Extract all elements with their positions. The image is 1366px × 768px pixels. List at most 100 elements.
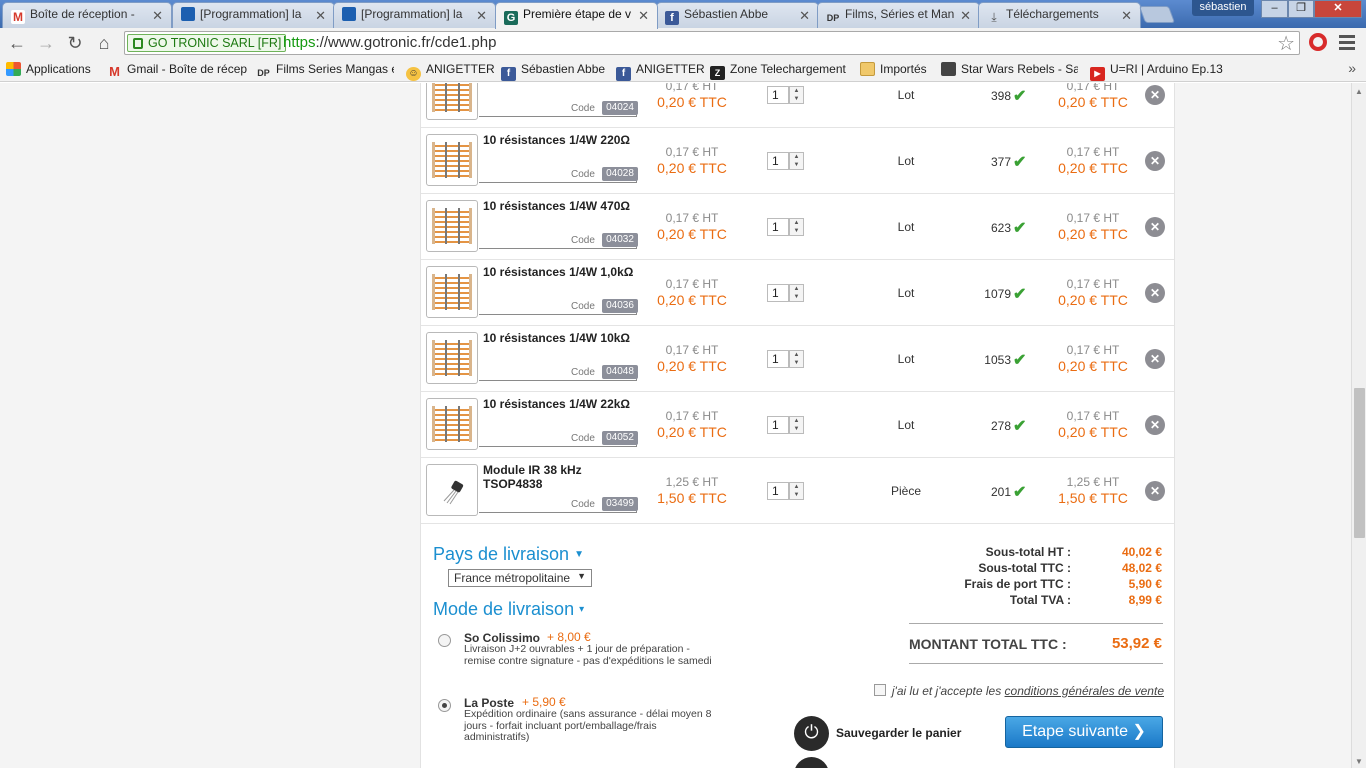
- product-image[interactable]: [426, 332, 478, 384]
- scroll-down-icon[interactable]: ▼: [1355, 757, 1363, 766]
- unit-label: Pièce: [890, 484, 922, 498]
- bookmark-folder-importes[interactable]: Importés: [860, 62, 938, 76]
- bookmark-starwars[interactable]: Star Wars Rebels - Sai: [941, 62, 1078, 76]
- product-name[interactable]: 10 résistances 1/4W 10kΩ: [483, 331, 643, 345]
- new-tab-button[interactable]: [1138, 6, 1176, 23]
- window-close-button[interactable]: ✕: [1314, 0, 1362, 18]
- code-label: Code: [571, 499, 595, 510]
- bookmark-anigetter-fb[interactable]: f ANIGETTER: [616, 62, 706, 81]
- save-cart-button[interactable]: Sauvegarder le panier: [836, 726, 961, 740]
- quantity-input[interactable]: 1: [767, 218, 789, 236]
- quantity-stepper[interactable]: ▲ ▼: [789, 482, 804, 500]
- remove-item-icon[interactable]: ✕: [1145, 283, 1165, 303]
- product-name[interactable]: 10 résistances 1/4W 22kΩ: [483, 397, 643, 411]
- close-icon[interactable]: ✕: [476, 8, 487, 24]
- forward-icon[interactable]: →: [35, 33, 57, 53]
- delivery-mode-title[interactable]: Mode de livraison ▾: [433, 599, 584, 620]
- tab-gotronic[interactable]: G Première étape de v ✕: [495, 2, 658, 29]
- quantity-stepper[interactable]: ▲ ▼: [789, 350, 804, 368]
- country-section-title[interactable]: Pays de livraison ▼: [433, 544, 584, 565]
- country-select[interactable]: France métropolitaine ▼: [448, 569, 592, 587]
- quantity-input[interactable]: 1: [767, 482, 789, 500]
- url-text[interactable]: https://www.gotronic.fr/cde1.php: [283, 34, 496, 51]
- quantity-input[interactable]: 1: [767, 284, 789, 302]
- tab-downloads[interactable]: ⤓ Téléchargements ✕: [978, 2, 1141, 28]
- secure-badge[interactable]: GO TRONIC SARL [FR]: [127, 34, 287, 52]
- product-name[interactable]: 10 résistances 1/4W 220Ω: [483, 133, 643, 147]
- remove-item-icon[interactable]: ✕: [1145, 151, 1165, 171]
- opera-icon[interactable]: [1309, 33, 1327, 51]
- quantity-stepper[interactable]: ▲ ▼: [789, 284, 804, 302]
- quantity-input[interactable]: 1: [767, 416, 789, 434]
- quantity-input[interactable]: 1: [767, 86, 789, 104]
- back-icon[interactable]: ←: [6, 33, 28, 53]
- product-image[interactable]: [426, 83, 478, 120]
- bookmark-star-icon[interactable]: ☆: [1277, 31, 1295, 56]
- total-price-ht: 0,17 € HT: [1066, 83, 1120, 93]
- profile-button[interactable]: sébastien: [1192, 0, 1254, 16]
- remove-item-icon[interactable]: ✕: [1145, 85, 1165, 105]
- secondary-action-icon[interactable]: [794, 757, 829, 768]
- total-price-ht: 0,17 € HT: [1066, 409, 1120, 423]
- download-icon: ⤓: [991, 10, 997, 24]
- scrollbar-thumb[interactable]: [1354, 388, 1365, 538]
- quantity-input[interactable]: 1: [767, 152, 789, 170]
- remove-item-icon[interactable]: ✕: [1145, 415, 1165, 435]
- shipping-radio[interactable]: [438, 634, 451, 647]
- product-name[interactable]: 10 résistances 1/4W 1,0kΩ: [483, 265, 643, 279]
- quantity-stepper[interactable]: ▲ ▼: [789, 86, 804, 104]
- close-icon[interactable]: ✕: [1121, 8, 1132, 24]
- close-icon[interactable]: ✕: [152, 8, 163, 24]
- page-scrollbar[interactable]: ▲ ▼: [1351, 83, 1366, 768]
- bookmark-arduino[interactable]: ▶ U=RI | Arduino Ep.13: [1090, 62, 1230, 81]
- quantity-stepper[interactable]: ▲ ▼: [789, 152, 804, 170]
- total-price-ht: 0,17 € HT: [1066, 277, 1120, 291]
- more-bookmarks-icon[interactable]: »: [1348, 60, 1356, 76]
- close-icon[interactable]: ✕: [638, 8, 649, 24]
- menu-icon[interactable]: [1339, 35, 1355, 53]
- product-image[interactable]: [426, 398, 478, 450]
- bookmark-gmail[interactable]: M Gmail - Boîte de récep: [107, 62, 247, 79]
- terms-checkbox[interactable]: [873, 684, 886, 696]
- close-icon[interactable]: ✕: [799, 8, 810, 24]
- product-name[interactable]: Module IR 38 kHz TSOP4838: [483, 463, 643, 491]
- shipping-cost-value: 5,90 €: [1128, 577, 1162, 591]
- save-cart-icon[interactable]: ⏻: [794, 716, 829, 751]
- tab-gmail[interactable]: M Boîte de réception - ✕: [2, 2, 172, 28]
- product-name[interactable]: 10 résistances 1/4W 470Ω: [483, 199, 643, 213]
- reload-icon[interactable]: ↻: [64, 33, 86, 53]
- product-image[interactable]: [426, 134, 478, 186]
- shipping-option-colissimo[interactable]: So Colissimo + 8,00 € Livraison J+2 ouvr…: [435, 630, 725, 691]
- product-image[interactable]: [426, 266, 478, 318]
- remove-item-icon[interactable]: ✕: [1145, 349, 1165, 369]
- bookmark-facebook[interactable]: f Sébastien Abbe: [501, 62, 611, 81]
- code-label: Code: [571, 367, 595, 378]
- quantity-stepper[interactable]: ▲ ▼: [789, 416, 804, 434]
- tab-programmation-1[interactable]: [Programmation] la ✕: [172, 2, 335, 28]
- close-icon[interactable]: ✕: [315, 8, 326, 24]
- product-image[interactable]: [426, 200, 478, 252]
- grand-total-value: 53,92 €: [1111, 635, 1162, 652]
- address-bar[interactable]: GO TRONIC SARL [FR] https://www.gotronic…: [124, 31, 1300, 55]
- terms-link[interactable]: conditions générales de vente: [1005, 684, 1164, 698]
- quantity-stepper[interactable]: ▲ ▼: [789, 218, 804, 236]
- shipping-radio[interactable]: [438, 699, 451, 712]
- tab-facebook[interactable]: f Sébastien Abbe ✕: [656, 2, 819, 28]
- bookmark-applications[interactable]: Applications: [6, 62, 96, 76]
- next-step-button[interactable]: Etape suivante ❯: [1005, 716, 1163, 748]
- product-image[interactable]: [426, 464, 478, 516]
- minimize-button[interactable]: ‒: [1261, 0, 1288, 18]
- quantity-input[interactable]: 1: [767, 350, 789, 368]
- bookmark-anigetter[interactable]: ☺ ANIGETTER: [406, 62, 496, 81]
- home-icon[interactable]: ⌂: [93, 33, 115, 53]
- bookmark-films[interactable]: DP Films Series Mangas e: [256, 62, 394, 80]
- remove-item-icon[interactable]: ✕: [1145, 217, 1165, 237]
- maximize-button[interactable]: ❐: [1288, 0, 1314, 18]
- scroll-up-icon[interactable]: ▲: [1355, 87, 1363, 96]
- shipping-option-laposte[interactable]: La Poste + 5,90 € Expédition ordinaire (…: [435, 695, 725, 756]
- tab-films[interactable]: DP Films, Séries et Man ✕: [817, 2, 980, 28]
- close-icon[interactable]: ✕: [960, 8, 971, 24]
- bookmark-zone[interactable]: Z Zone Telechargement: [710, 62, 848, 80]
- tab-programmation-2[interactable]: [Programmation] la ✕: [333, 2, 496, 28]
- remove-item-icon[interactable]: ✕: [1145, 481, 1165, 501]
